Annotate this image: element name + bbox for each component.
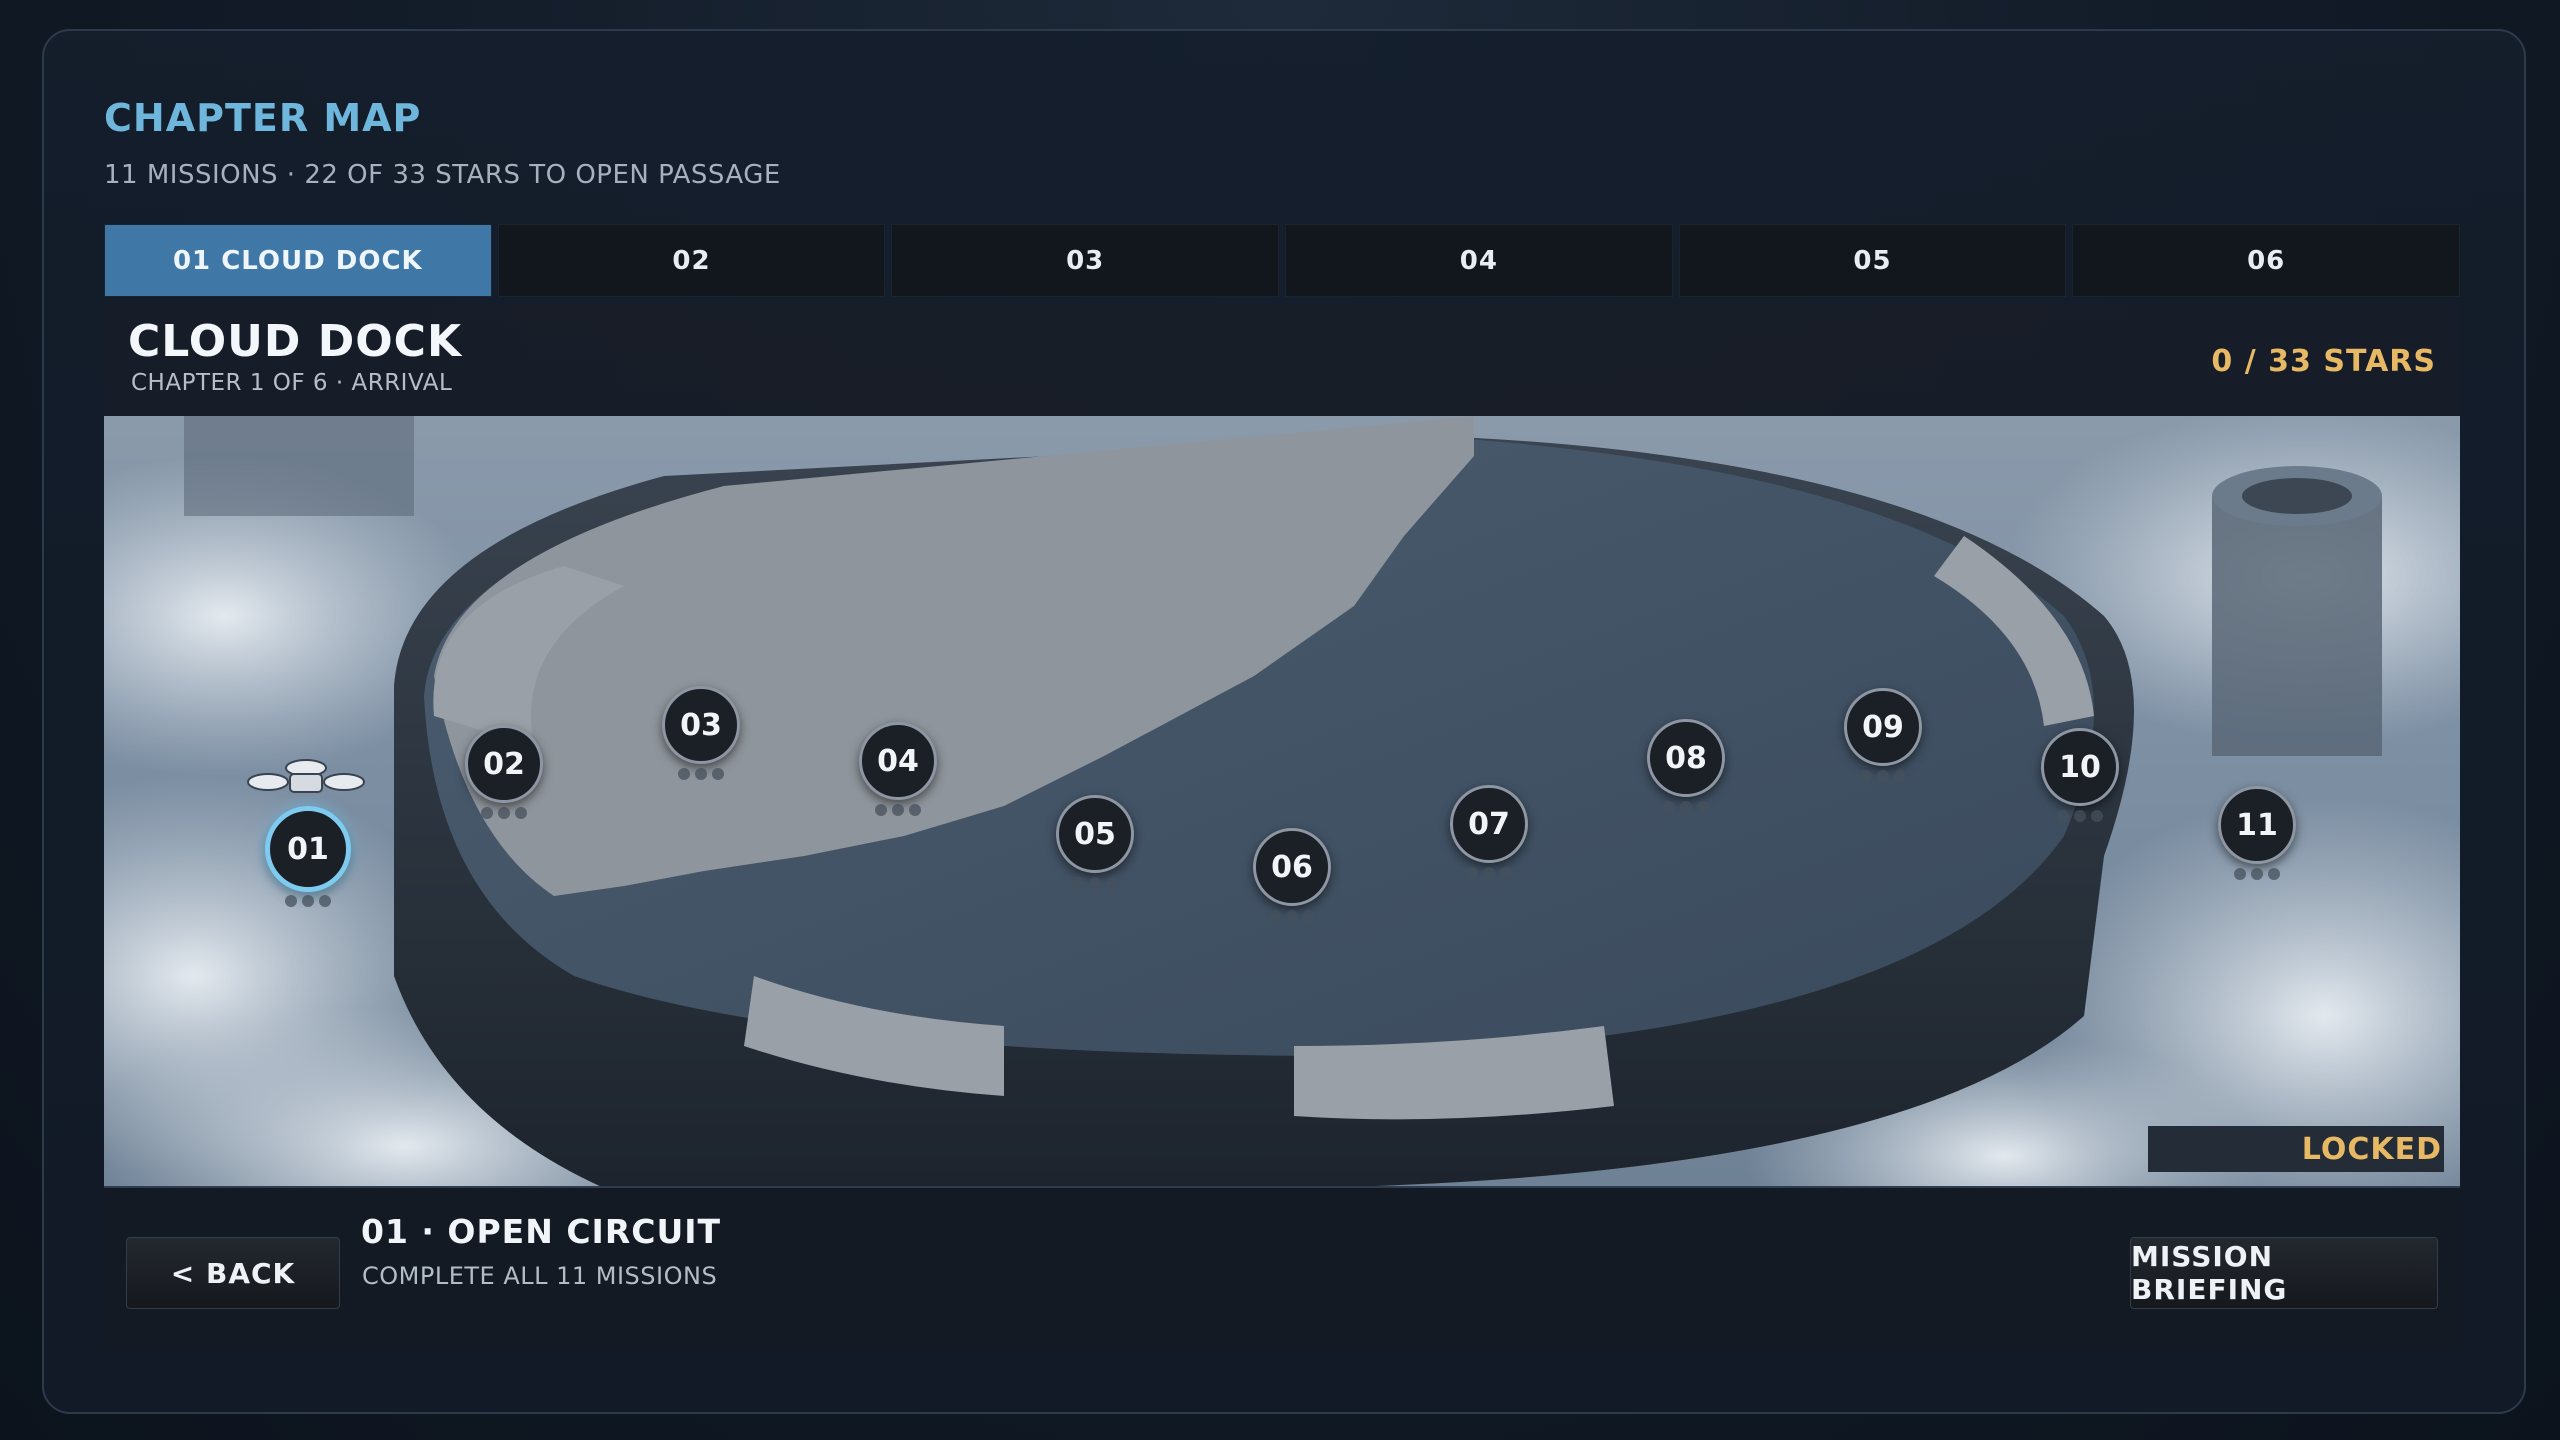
mission-node-03[interactable]: 03 <box>662 686 740 764</box>
floating-platform-scene <box>104 416 2460 1186</box>
tab-chapter-05[interactable]: 05 <box>1678 224 2067 297</box>
mission-stars-10 <box>2050 810 2110 822</box>
mission-stars-05 <box>1065 877 1125 889</box>
chapter-star-count: 0 / 33 STARS <box>2211 344 2436 379</box>
chapter-header: CLOUD DOCK CHAPTER 1 OF 6 · ARRIVAL 0 / … <box>104 304 2460 416</box>
drone-icon <box>247 759 365 793</box>
mission-stars-08 <box>1656 801 1716 813</box>
mission-node-11[interactable]: 11 <box>2218 786 2296 864</box>
tab-chapter-02[interactable]: 02 <box>497 224 886 297</box>
mission-stars-11 <box>2227 868 2287 880</box>
mission-stars-04 <box>868 804 928 816</box>
back-button[interactable]: < BACK <box>126 1237 340 1309</box>
chapter-info: CHAPTER 1 OF 6 · ARRIVAL <box>131 370 453 396</box>
page-subtitle: 11 MISSIONS · 22 OF 33 STARS TO OPEN PAS… <box>104 160 781 190</box>
mission-stars-06 <box>1262 910 1322 922</box>
mission-node-01[interactable]: 01 <box>265 806 351 892</box>
mission-footer: < BACK 01 · OPEN CIRCUIT COMPLETE ALL 11… <box>104 1188 2460 1350</box>
mission-node-10[interactable]: 10 <box>2041 728 2119 806</box>
tab-chapter-06[interactable]: 06 <box>2072 224 2461 297</box>
tab-chapter-04[interactable]: 04 <box>1285 224 1673 297</box>
mission-node-09[interactable]: 09 <box>1844 688 1922 766</box>
mission-stars-02 <box>474 807 534 819</box>
mission-stars-01 <box>278 895 338 907</box>
tab-chapter-03[interactable]: 03 <box>891 224 1280 297</box>
mission-node-04[interactable]: 04 <box>859 722 937 800</box>
selected-mission-objective: COMPLETE ALL 11 MISSIONS <box>362 1262 718 1290</box>
chapter-map: 01 02 03 04 05 06 07 08 09 10 11 LOCKED <box>104 416 2460 1188</box>
mission-node-02[interactable]: 02 <box>465 725 543 803</box>
mission-node-05[interactable]: 05 <box>1056 795 1134 873</box>
selected-mission-title: 01 · OPEN CIRCUIT <box>361 1212 722 1251</box>
mission-briefing-button[interactable]: MISSION BRIEFING <box>2130 1237 2438 1309</box>
mission-stars-03 <box>671 768 731 780</box>
page-title: CHAPTER MAP <box>104 96 422 140</box>
chapter-tabs: 01 CLOUD DOCK 02 03 04 05 06 <box>104 224 2461 297</box>
locked-badge: LOCKED <box>2148 1126 2444 1172</box>
mission-node-07[interactable]: 07 <box>1450 785 1528 863</box>
mission-node-08[interactable]: 08 <box>1647 719 1725 797</box>
mission-stars-09 <box>1853 770 1913 782</box>
chapter-name: CLOUD DOCK <box>128 316 463 367</box>
mission-stars-07 <box>1459 867 1519 879</box>
tab-chapter-01[interactable]: 01 CLOUD DOCK <box>104 224 492 297</box>
mission-node-06[interactable]: 06 <box>1253 828 1331 906</box>
